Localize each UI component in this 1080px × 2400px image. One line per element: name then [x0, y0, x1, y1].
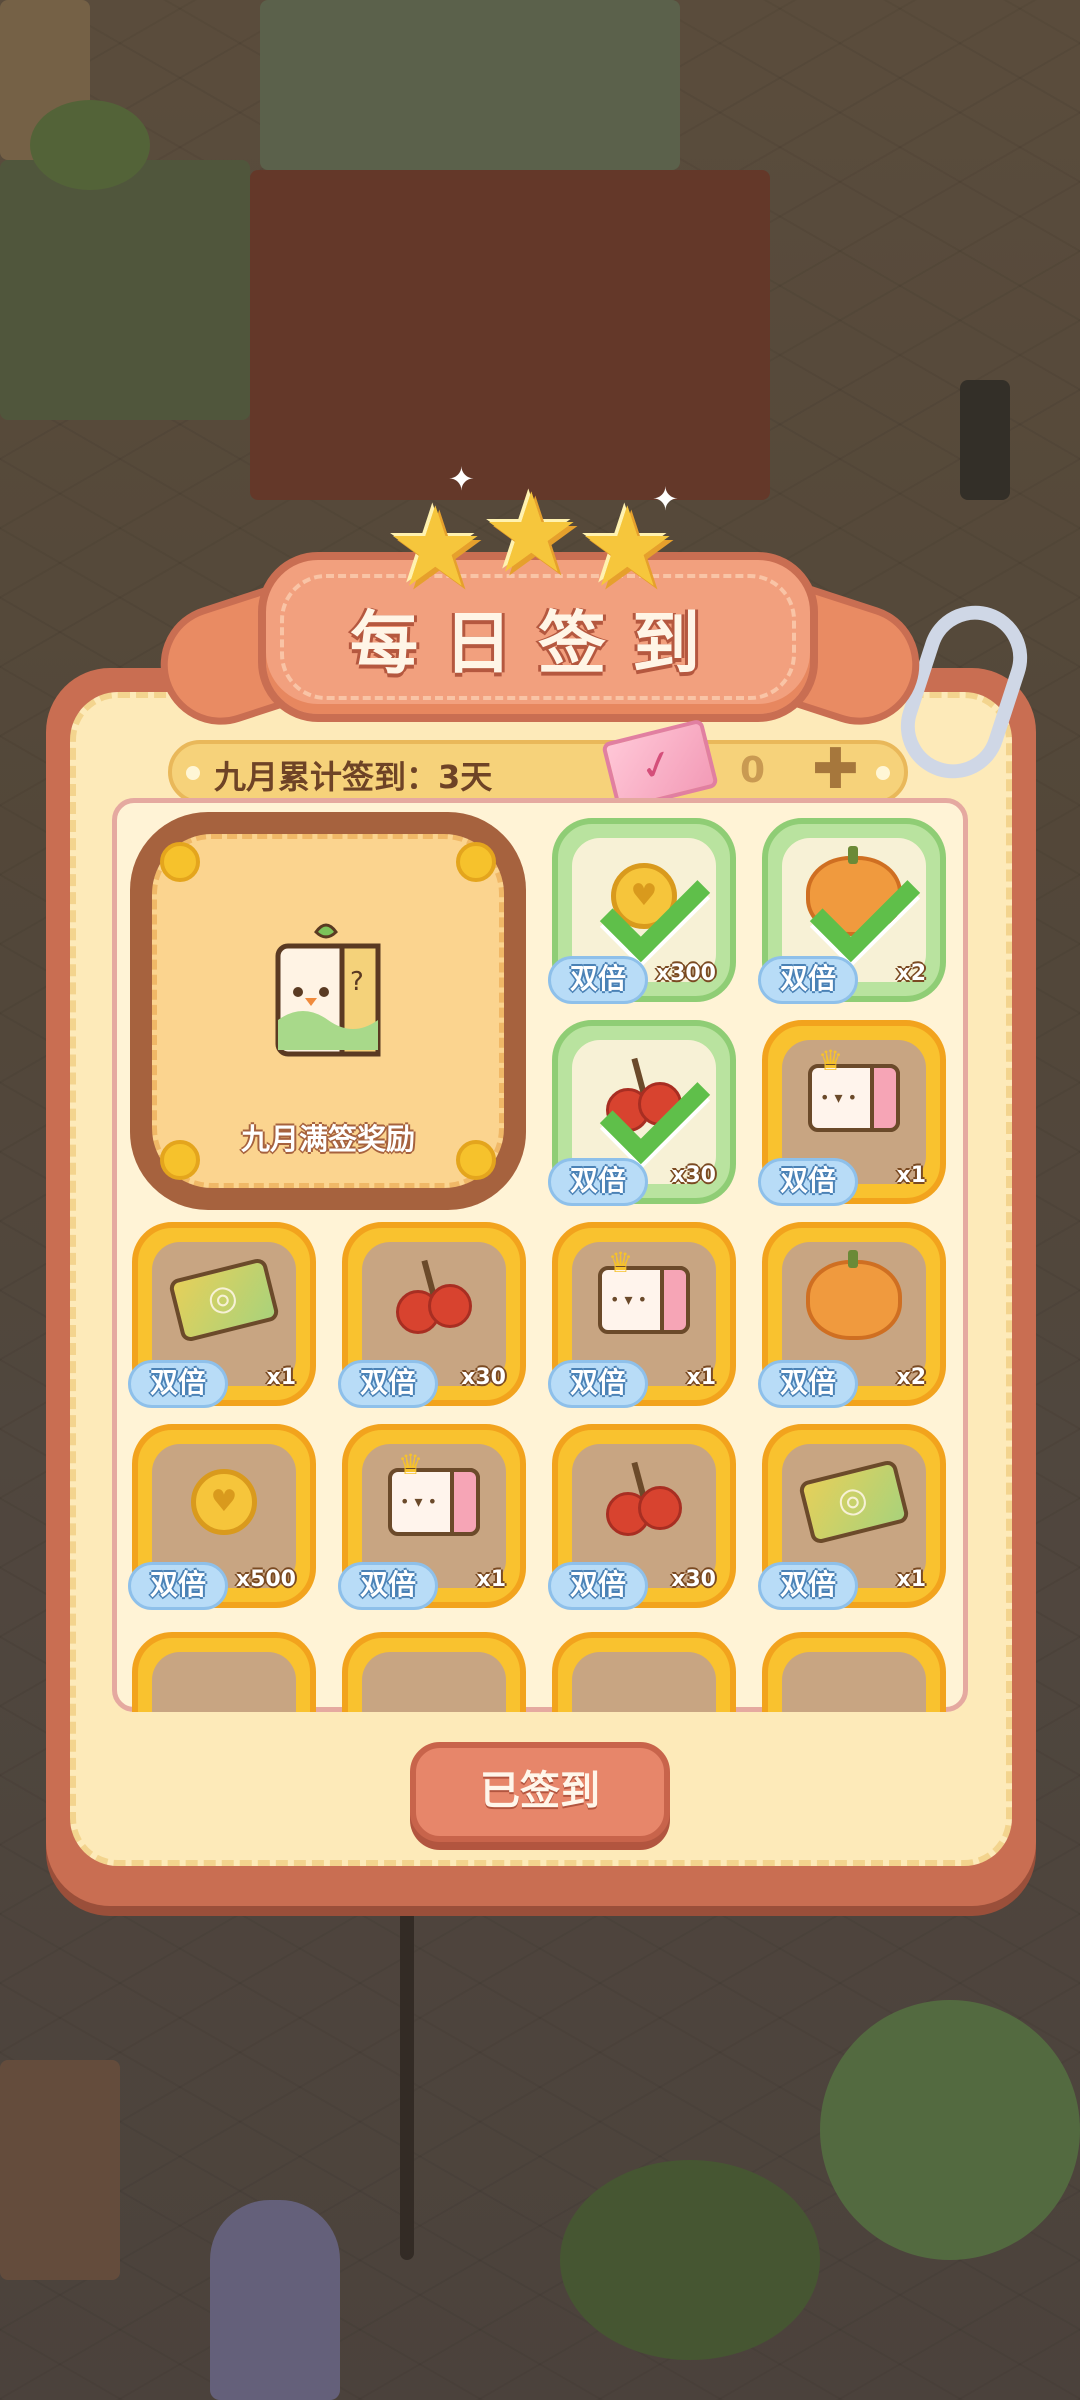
- reward-tile[interactable]: 双倍 x30: [548, 1424, 736, 1610]
- double-badge: 双倍: [548, 1360, 648, 1408]
- reward-tile[interactable]: 双倍 x2: [758, 1222, 946, 1408]
- double-badge: 双倍: [758, 956, 858, 1004]
- signed-in-button[interactable]: 已签到: [410, 1742, 670, 1842]
- reward-tile[interactable]: ♥ 双倍 x300: [548, 818, 736, 1004]
- reward-quantity: x300: [655, 961, 716, 986]
- three-stars-icon: ★ ★ ★: [386, 469, 677, 611]
- grand-reward-label: 九月满签奖励: [240, 1122, 415, 1156]
- double-badge: 双倍: [128, 1562, 228, 1610]
- double-badge: 双倍: [548, 1158, 648, 1206]
- reward-tile-peek[interactable]: [342, 1632, 526, 1712]
- reward-tile[interactable]: ♥ 双倍 x500: [128, 1424, 316, 1610]
- crown-package-icon: ♛: [388, 1448, 480, 1537]
- crown-package-icon: ♛: [598, 1246, 690, 1335]
- mystery-giftbox-icon: ?: [275, 923, 381, 1057]
- reward-quantity: x1: [476, 1567, 507, 1592]
- reward-tile-peek[interactable]: [132, 1632, 316, 1712]
- reward-tile[interactable]: 双倍 x30: [338, 1222, 526, 1408]
- reward-tile[interactable]: ◎ 双倍 x1: [758, 1424, 946, 1610]
- reward-quantity: x1: [266, 1365, 297, 1390]
- double-badge: 双倍: [758, 1562, 858, 1610]
- reward-quantity: x30: [461, 1365, 506, 1390]
- reward-tile-peek[interactable]: [552, 1632, 736, 1712]
- dialog-title: 每日签到: [349, 605, 726, 684]
- cherry-icon: [392, 1260, 476, 1340]
- svg-text:?: ?: [350, 967, 364, 997]
- double-badge: 双倍: [548, 956, 648, 1004]
- reward-quantity: x1: [686, 1365, 717, 1390]
- reward-tile[interactable]: ♛ 双倍 x1: [338, 1424, 526, 1610]
- reward-tile-peek[interactable]: [762, 1632, 946, 1712]
- double-badge: 双倍: [338, 1562, 438, 1610]
- voucher-icon: ◎: [167, 1257, 281, 1344]
- reward-quantity: x1: [896, 1163, 927, 1188]
- pumpkin-icon: [806, 1250, 902, 1341]
- double-badge: 双倍: [758, 1158, 858, 1206]
- corner-dot: [160, 842, 200, 882]
- sparkle-icon: ✦: [652, 480, 679, 518]
- reward-quantity: x1: [896, 1567, 927, 1592]
- cherry-icon: [602, 1462, 686, 1542]
- voucher-icon: ◎: [797, 1459, 911, 1546]
- coin-icon: ♥: [191, 1469, 257, 1536]
- reward-tile[interactable]: ♛ 双倍 x1: [548, 1222, 736, 1408]
- reward-tile[interactable]: ◎ 双倍 x1: [128, 1222, 316, 1408]
- crown-package-icon: ♛: [808, 1044, 900, 1133]
- ticket-count: 0: [740, 750, 766, 791]
- double-badge: 双倍: [128, 1360, 228, 1408]
- reward-quantity: x30: [671, 1567, 716, 1592]
- double-badge: 双倍: [548, 1562, 648, 1610]
- corner-dot: [456, 842, 496, 882]
- double-badge: 双倍: [758, 1360, 858, 1408]
- reward-quantity: x2: [896, 1365, 927, 1390]
- sparkle-icon: ✦: [448, 460, 475, 498]
- double-badge: 双倍: [338, 1360, 438, 1408]
- reward-quantity: x30: [671, 1163, 716, 1188]
- reward-tile[interactable]: 双倍 x30: [548, 1020, 736, 1206]
- reward-tile[interactable]: 双倍 x2: [758, 818, 946, 1004]
- add-ticket-button[interactable]: ✚: [812, 742, 859, 798]
- reward-quantity: x2: [896, 961, 927, 986]
- reward-tile[interactable]: ♛ 双倍 x1: [758, 1020, 946, 1206]
- reward-quantity: x500: [235, 1567, 296, 1592]
- cumulative-signin-label: 九月累计签到：3天: [214, 758, 493, 796]
